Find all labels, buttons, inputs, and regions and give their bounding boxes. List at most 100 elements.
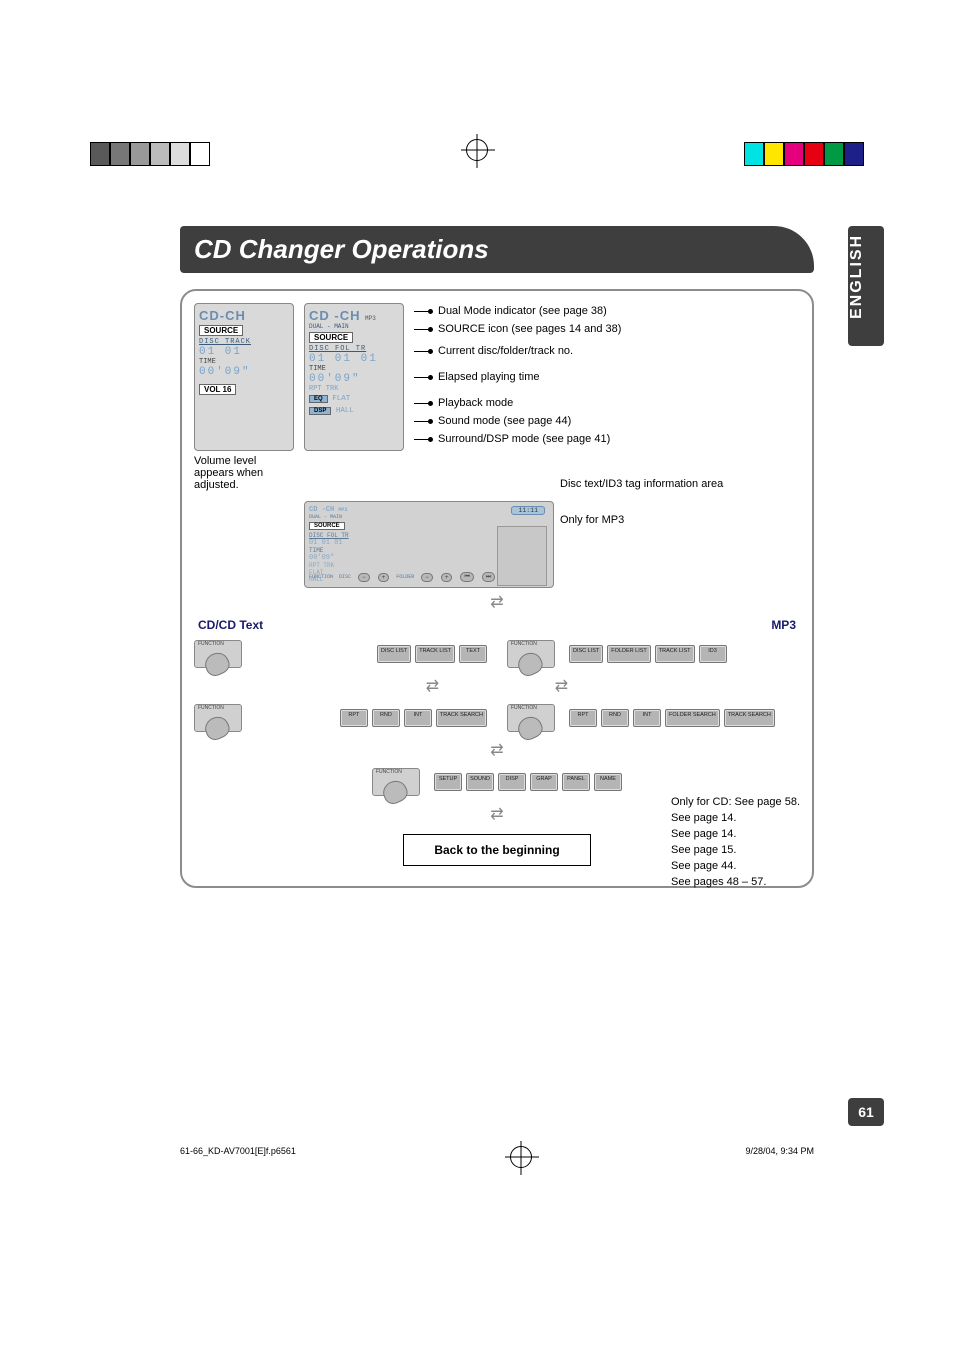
callout-mp3-only: Only for MP3 [560, 514, 723, 526]
note-cd-only: Only for CD: See page 58. [671, 796, 800, 808]
track-search-button[interactable]: TRACK SEARCH [436, 709, 487, 727]
plus-button-icon: + [441, 573, 453, 582]
callout-current: Current disc/folder/track no. [438, 345, 573, 357]
print-footer: 61-66_KD-AV7001[E]f.p65 61 9/28/04, 9:34… [180, 1146, 814, 1168]
flat-label: FLAT [332, 395, 350, 403]
panel-button[interactable]: PANEL [562, 773, 590, 791]
minus-button-icon: − [421, 573, 433, 582]
plus-button-icon: + [378, 573, 390, 582]
eq-icon: EQ [309, 395, 328, 403]
footer-file: 61-66_KD-AV7001[E]f.p65 [180, 1146, 286, 1168]
callout-sound: Sound mode (see page 44) [438, 415, 571, 427]
function-button-hand: FUNCTION [194, 704, 242, 732]
left-color-bar [90, 142, 210, 166]
setup-button[interactable]: SETUP [434, 773, 462, 791]
disp-button[interactable]: DISP [498, 773, 526, 791]
mp3-sub-icon: MP3 [365, 315, 376, 322]
print-crop-marks [0, 130, 954, 166]
hand-pointer-icon [201, 713, 232, 743]
hall-label: HALL [336, 407, 354, 415]
folder-group-label: FOLDER [396, 574, 414, 580]
id3-button[interactable]: ID3 [699, 645, 727, 663]
dual-mode-label: DUAL - MAIN [309, 323, 399, 330]
back-to-beginning-box: Back to the beginning [403, 834, 590, 866]
int-button[interactable]: INT [633, 709, 661, 727]
callout-surround: Surround/DSP mode (see page 41) [438, 433, 610, 445]
language-tab: ENGLISH [848, 226, 884, 346]
track-list-button[interactable]: TRACK LIST [655, 645, 695, 663]
grap-button[interactable]: GRAP [530, 773, 558, 791]
right-color-bar [744, 142, 864, 166]
name-button[interactable]: NAME [594, 773, 622, 791]
footer-page: 61 [286, 1146, 296, 1168]
rnd-button[interactable]: RND [601, 709, 629, 727]
elapsed-time: 00'09" [309, 373, 399, 385]
source-badge: SOURCE [309, 332, 353, 343]
disc-group-label: DISC [339, 574, 351, 580]
footer-date: 9/28/04, 9:34 PM [745, 1146, 814, 1168]
next-track-icon: ⏭ [482, 572, 495, 582]
section-label-right: MP3 [771, 618, 796, 632]
function-label: FUNCTION [309, 574, 333, 580]
display-screen-left: CD-CH SOURCE DISC TRACK 01 01 TIME 00'09… [194, 303, 294, 451]
track-search-button[interactable]: TRACK SEARCH [724, 709, 775, 727]
section-label-left: CD/CD Text [198, 618, 263, 632]
disc-fol-tr-numbers: 01 01 01 [309, 353, 399, 365]
note-page14b: See page 14. [671, 828, 800, 840]
flow-arrow-icon: ⇄ [194, 592, 800, 612]
folder-search-button[interactable]: FOLDER SEARCH [665, 709, 720, 727]
int-button[interactable]: INT [404, 709, 432, 727]
see-page-notes: Only for CD: See page 58. See page 14. S… [671, 796, 800, 892]
funcbar-row1-left: DISC LIST TRACK LIST TEXT [377, 645, 487, 663]
volume-caption: Volume level appears when adjusted. [194, 455, 294, 491]
display-screen-small: 11:11 CD -CH MP3 DUAL - MAIN SOURCE DISC… [304, 501, 554, 588]
funcbar-row1-right: DISC LIST FOLDER LIST TRACK LIST ID3 [569, 645, 727, 663]
registration-mark-icon [466, 139, 488, 161]
display-screen-right: CD -CH MP3 DUAL - MAIN SOURCE DISC FOL T… [304, 303, 404, 451]
prev-track-icon: ⏮ [460, 572, 473, 582]
elapsed-time: 00'09" [199, 366, 289, 378]
rpt-button[interactable]: RPT [340, 709, 368, 727]
main-frame: CD-CH SOURCE DISC TRACK 01 01 TIME 00'09… [180, 289, 814, 888]
hand-pointer-icon [514, 713, 545, 743]
note-page44: See page 44. [671, 860, 800, 872]
sound-button[interactable]: SOUND [466, 773, 494, 791]
rpt-button[interactable]: RPT [569, 709, 597, 727]
note-pages48-57: See pages 48 – 57. [671, 876, 800, 888]
source-logo: CD-CH [199, 308, 289, 323]
funcbar-row3: SETUP SOUND DISP GRAP PANEL NAME [434, 773, 622, 791]
funcbar-row2-left: RPT RND INT TRACK SEARCH [340, 709, 487, 727]
footer-reg-icon [510, 1146, 532, 1168]
callout-playback: Playback mode [438, 397, 513, 409]
small-callouts: Disc text/ID3 tag information area Only … [560, 478, 723, 536]
disc-list-button[interactable]: DISC LIST [569, 645, 603, 663]
volume-badge: VOL 16 [199, 384, 236, 395]
folder-list-button[interactable]: FOLDER LIST [607, 645, 650, 663]
time-label: TIME [199, 358, 289, 366]
column-headers: DISC FOL TR [309, 345, 399, 353]
callout-source-icon: SOURCE icon (see pages 14 and 38) [438, 323, 621, 335]
clock-badge: 11:11 [511, 506, 545, 515]
page-number-badge: 61 [848, 1098, 884, 1126]
callout-dual: Dual Mode indicator (see page 38) [438, 305, 607, 317]
disc-track-numbers: 01 01 [199, 346, 289, 358]
column-headers: DISC TRACK [199, 338, 289, 346]
screen-row: CD-CH SOURCE DISC TRACK 01 01 TIME 00'09… [194, 303, 800, 451]
hand-pointer-icon [201, 649, 232, 679]
disc-list-button[interactable]: DISC LIST [377, 645, 411, 663]
flow-arrow-icon: ⇄ ⇄ [194, 676, 800, 696]
source-badge: SOURCE [199, 325, 243, 336]
source-logo: CD -CH [309, 308, 361, 323]
text-button[interactable]: TEXT [459, 645, 487, 663]
note-page15: See page 15. [671, 844, 800, 856]
callout-list: Dual Mode indicator (see page 38) SOURCE… [414, 303, 800, 451]
rpt-label: RPT TRK [309, 385, 399, 393]
dsp-icon: DSP [309, 407, 331, 415]
page-content: ENGLISH CD Changer Operations CD-CH SOUR… [180, 226, 814, 1106]
minus-button-icon: − [358, 573, 370, 582]
track-list-button[interactable]: TRACK LIST [415, 645, 455, 663]
page-title: CD Changer Operations [180, 226, 814, 273]
rnd-button[interactable]: RND [372, 709, 400, 727]
callout-disc-text: Disc text/ID3 tag information area [560, 478, 723, 490]
time-label: TIME [309, 365, 399, 373]
